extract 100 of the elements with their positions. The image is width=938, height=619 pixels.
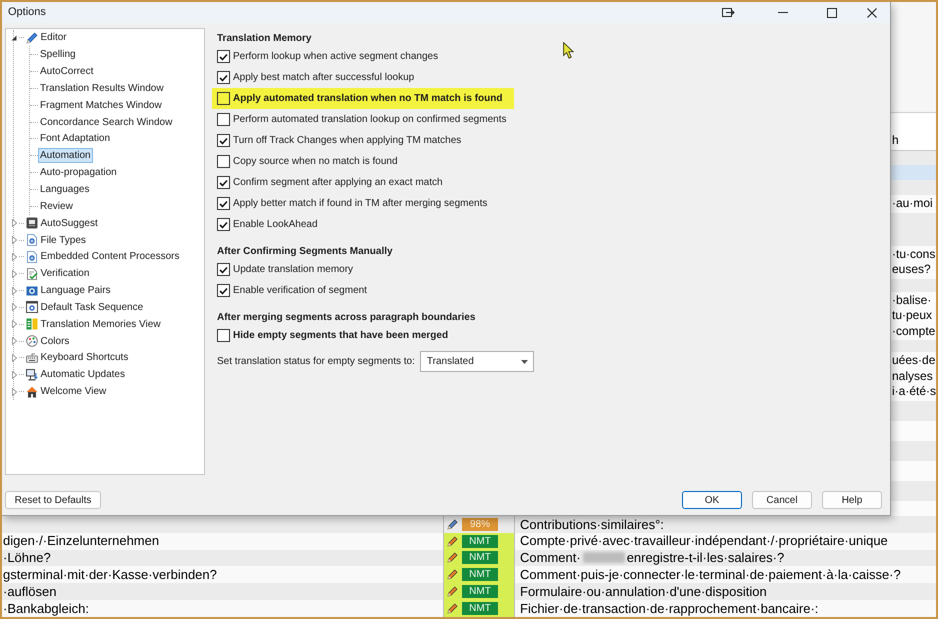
source-cell-text: ·Bankabgleich: <box>2 600 90 617</box>
checkmark-icon <box>219 136 228 144</box>
checkbox-label[interactable]: Enable LookAhead <box>233 217 318 232</box>
segment-text: uées·de <box>892 353 936 368</box>
segment-text: i·a·été·s <box>892 384 936 400</box>
source-cell-text: digen·/·Einzelunternehmen <box>2 532 160 550</box>
checkmark-icon <box>219 52 228 60</box>
ok-button[interactable]: OK <box>682 491 742 509</box>
status-dropdown[interactable]: Translated <box>420 351 534 372</box>
expand-arrow-icon[interactable] <box>12 252 16 261</box>
match-badge: NMT <box>462 551 498 564</box>
tree-item[interactable]: Concordance Search Window <box>38 114 174 130</box>
checkbox[interactable] <box>217 197 230 210</box>
checkmark-icon <box>219 178 228 186</box>
match-badge: NMT <box>462 585 498 598</box>
checkbox[interactable] <box>217 329 230 342</box>
tree-item[interactable]: AutoSuggest <box>38 216 100 231</box>
match-badge: NMT <box>462 602 498 615</box>
palette-icon <box>26 335 38 348</box>
checkbox-label[interactable]: Perform lookup when active segment changes <box>233 49 438 64</box>
checkbox-label[interactable]: Turn off Track Changes when applying TM matches <box>233 133 462 148</box>
expand-arrow-icon[interactable] <box>12 286 16 295</box>
section-heading: Translation Memory <box>217 32 312 46</box>
segment-text: ·au·moi <box>892 196 934 212</box>
keyboard-icon <box>26 352 38 364</box>
expand-arrow-icon[interactable] <box>12 236 16 244</box>
computer-icon <box>26 368 38 381</box>
checkbox-label[interactable]: Update translation memory <box>233 262 354 277</box>
tree-item[interactable]: Colors <box>38 334 72 349</box>
tree-item[interactable]: Keyboard Shortcuts <box>38 350 130 366</box>
pencil-icon <box>447 569 458 580</box>
setting-label: Set translation status for empty segments to: <box>217 355 415 369</box>
expand-arrow-icon[interactable] <box>12 219 16 228</box>
maximize-icon <box>827 8 837 18</box>
document-gear-icon <box>26 250 38 263</box>
tree-item[interactable]: Translation Results Window <box>38 80 166 96</box>
checkbox[interactable] <box>217 134 230 147</box>
tree-item[interactable]: Fragment Matches Window <box>38 98 164 113</box>
tree-item[interactable]: Automation <box>38 148 93 164</box>
segment-text: euses? <box>892 262 932 278</box>
expand-arrow-icon[interactable] <box>12 354 16 362</box>
tree-item[interactable]: Font Adaptation <box>38 131 112 146</box>
tree-item[interactable]: Verification <box>38 266 92 282</box>
expand-arrow-icon[interactable] <box>12 303 16 312</box>
checkbox[interactable] <box>217 284 230 297</box>
tree-item[interactable]: Languages <box>38 182 92 198</box>
checkbox-label[interactable]: Apply best match after successful lookup <box>233 70 414 85</box>
tree-item[interactable]: Spelling <box>38 47 78 62</box>
segment-text: ·tu·cons <box>892 246 936 262</box>
checkbox-label[interactable]: Apply better match if found in TM after merging segments <box>233 196 488 211</box>
target-cell-text: Compte·privé·avec·travailleur·indépendant·/·propriétaire·unique <box>519 532 889 550</box>
tree-item[interactable]: Embedded Content Processors <box>38 249 182 264</box>
target-cell-text: Formulaire·ou·annulation·d'une·disposition <box>519 583 768 600</box>
tree-item[interactable]: AutoCorrect <box>38 64 96 80</box>
pencil-icon <box>447 518 458 530</box>
checkbox[interactable] <box>217 92 230 105</box>
expand-arrow-icon[interactable] <box>12 270 16 278</box>
expand-arrow-icon[interactable] <box>12 370 16 379</box>
tree-item[interactable]: File Types <box>38 232 88 248</box>
checkmark-icon <box>219 286 228 294</box>
pencil-icon <box>447 602 458 614</box>
checkbox-label[interactable]: Hide empty segments that have been merged <box>233 328 448 343</box>
tree-item[interactable]: Welcome View <box>38 384 108 400</box>
tree-item[interactable]: Automatic Updates <box>38 367 127 382</box>
tree-item[interactable]: Translation Memories View <box>38 316 163 332</box>
tree-item[interactable]: Review <box>38 198 75 214</box>
checkbox[interactable] <box>217 155 230 168</box>
checkbox-label[interactable]: Confirm segment after applying an exact match <box>233 175 443 190</box>
help-button[interactable]: Help <box>822 491 882 509</box>
expand-arrow-icon[interactable] <box>12 388 16 396</box>
checkbox[interactable] <box>217 71 230 84</box>
checkbox[interactable] <box>217 218 230 231</box>
checkbox-label[interactable]: Perform automated translation lookup on confirmed segments <box>233 112 506 127</box>
checkbox-label[interactable]: Copy source when no match is found <box>233 154 398 169</box>
checkbox[interactable] <box>217 263 230 276</box>
tree-item[interactable]: Language Pairs <box>38 283 113 298</box>
segment-text: tu·peux <box>892 308 934 324</box>
expand-arrow-icon[interactable] <box>12 320 16 328</box>
checkmark-icon <box>219 200 228 208</box>
checkbox-label[interactable]: Apply automated translation when no TM match is found <box>233 91 502 106</box>
expand-arrow-icon[interactable] <box>12 337 16 346</box>
caret-icon <box>520 360 528 364</box>
checkbox[interactable] <box>217 113 230 126</box>
match-badge: NMT <box>462 568 498 582</box>
target-text: enregistre-t-il·les·salaires·? <box>626 549 784 568</box>
reset-button[interactable]: Reset to Defaults <box>5 491 101 509</box>
tree-item[interactable]: Editor <box>38 30 69 46</box>
tree-item[interactable]: Auto-propagation <box>38 165 119 180</box>
tree-item[interactable]: Default Task Sequence <box>38 300 146 315</box>
checkbox[interactable] <box>217 176 230 189</box>
checkmark-icon <box>219 74 228 82</box>
segment-text: nalyses <box>892 368 934 384</box>
collapse-arrow-icon[interactable] <box>11 34 17 41</box>
cancel-button[interactable]: Cancel <box>752 491 812 509</box>
section-heading: After Confirming Segments Manually <box>217 244 394 258</box>
target-cell-text: Contributions·similaires°: <box>519 516 665 533</box>
checkbox[interactable] <box>217 50 230 63</box>
checkbox-label[interactable]: Enable verification of segment <box>233 283 367 298</box>
close-icon <box>867 8 877 18</box>
blocks-icon <box>26 318 38 330</box>
